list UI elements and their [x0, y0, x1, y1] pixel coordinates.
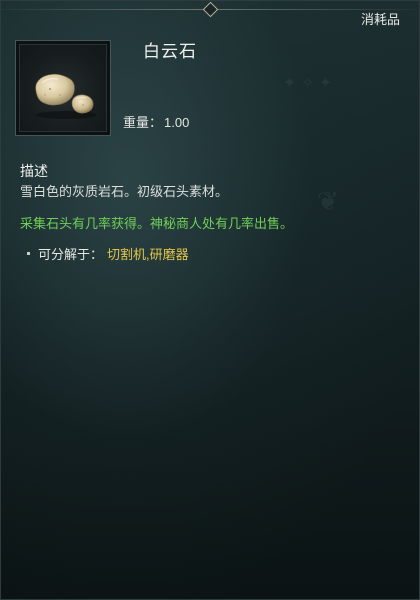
item-icon-frame — [15, 40, 111, 136]
weight-value: 1.00 — [164, 115, 190, 130]
item-category: 消耗品 — [360, 12, 400, 27]
diamond-ornament-icon — [202, 1, 219, 18]
item-tooltip-panel: 消耗品 ✦ ✧ ✦ ❦ 白云石 重量： 1.00 描述 雪白色的灰质岩石。初级石… — [0, 0, 420, 600]
decompose-label: 可分解于： — [38, 247, 104, 262]
bullet-icon — [27, 252, 30, 255]
item-source-text: 采集石头有几率获得。神秘商人处有几率出售。 — [20, 216, 294, 231]
white-stone-icon — [35, 73, 96, 119]
decompose-tools: 切割机,研磨器 — [107, 247, 189, 262]
background-decoration: ✦ ✧ ✦ — [283, 75, 333, 92]
weight-label: 重量： — [123, 115, 163, 130]
description-title: 描述 — [20, 163, 48, 179]
description-text: 雪白色的灰质岩石。初级石头素材。 — [20, 184, 229, 199]
item-name: 白云石 — [143, 42, 197, 61]
decompose-info: 可分解于： 切割机,研磨器 — [27, 244, 189, 263]
background-decoration: ❦ — [317, 186, 339, 216]
item-weight: 重量： 1.00 — [123, 112, 189, 131]
item-icon-slot — [19, 44, 107, 132]
